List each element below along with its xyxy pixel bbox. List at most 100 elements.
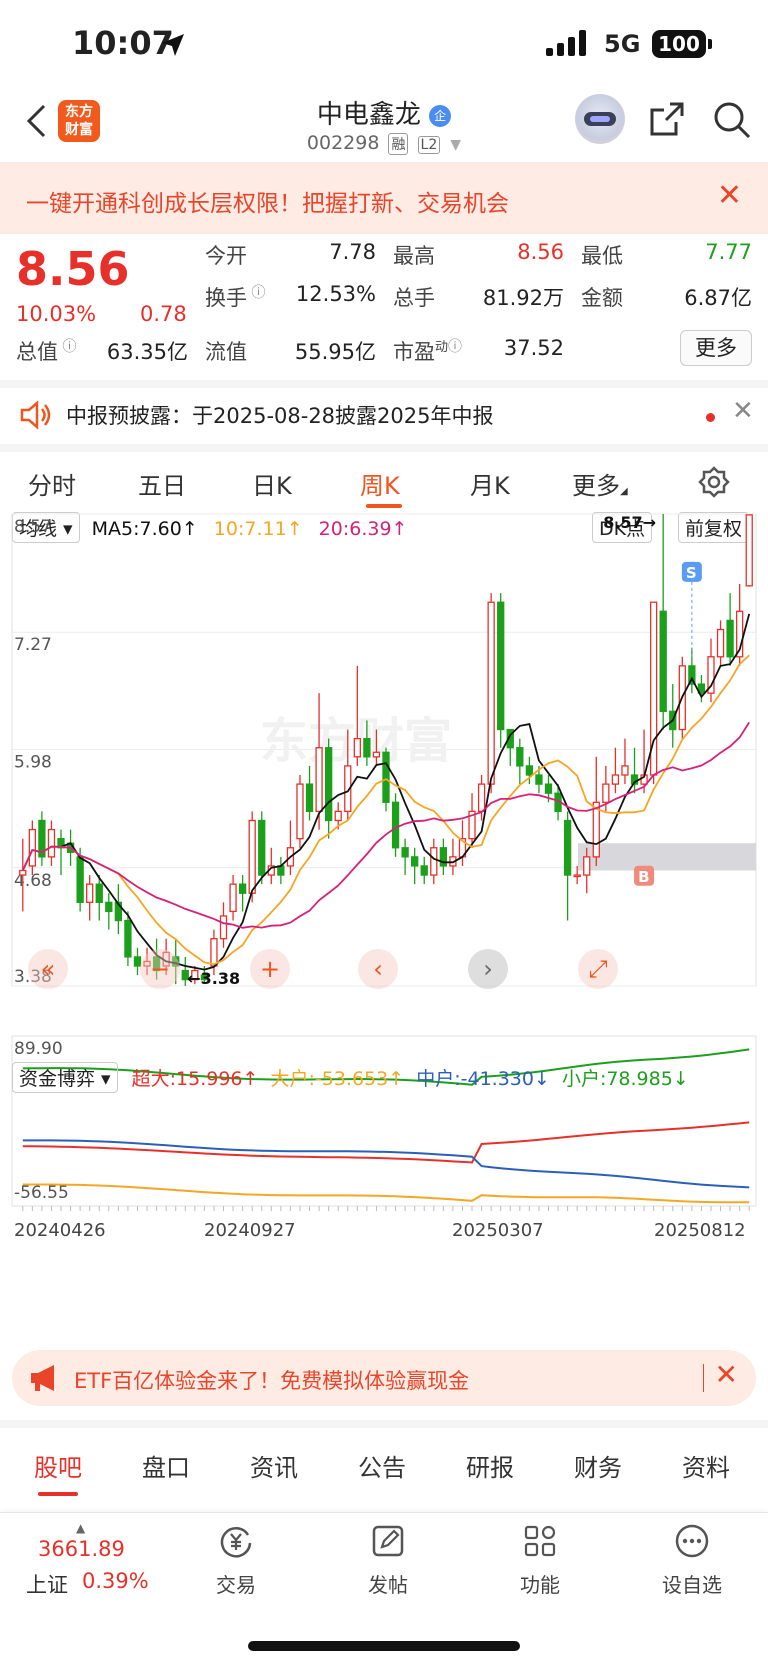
tab-five-day[interactable]: 五日 — [138, 466, 186, 501]
fund-indicator-select[interactable]: 资金博弈 ▾ — [12, 1062, 118, 1093]
candle-body — [659, 610, 667, 712]
more-button[interactable]: 更多 — [680, 330, 752, 366]
tab-order-book[interactable]: 盘口 — [142, 1448, 190, 1483]
chart-control-zoom-out-icon[interactable]: − — [140, 949, 180, 989]
candle-body — [353, 737, 361, 758]
nav-add-watchlist-label: 设自选 — [662, 1573, 722, 1597]
amount-label: 金额 — [581, 286, 623, 310]
edit-icon — [372, 1525, 404, 1557]
bottom-nav: ▲ 3661.89 上证 0.39% 交易 发帖 功能 设自选 — [0, 1512, 768, 1662]
index-name[interactable]: 上证 — [26, 1569, 68, 1599]
share-icon[interactable] — [648, 100, 686, 138]
fund-legend: 资金博弈 ▾ 超大:15.996↑ 大户:-53.653↑ 中户:-41.330… — [12, 1062, 689, 1093]
chart-control-next-icon[interactable]: › — [468, 949, 508, 989]
low-label: 最低 — [581, 244, 623, 268]
float-cap-value: 55.95亿 — [294, 340, 376, 364]
tab-research[interactable]: 研报 — [466, 1448, 514, 1483]
caret-down-icon[interactable]: ▼ — [450, 137, 461, 153]
candle-body — [105, 901, 113, 913]
promo-banner[interactable]: 一键开通科创成长层权限！把握打新、交易机会 ✕ — [0, 162, 768, 234]
candle-body — [324, 747, 333, 822]
nav-post[interactable]: 发帖 — [338, 1523, 438, 1598]
fund-tick-label: -56.55 — [14, 1183, 69, 1203]
pe-value: 37.52 — [503, 336, 564, 360]
index-percent[interactable]: 0.39% — [82, 1569, 149, 1593]
candle-body — [611, 774, 620, 785]
candle-body — [363, 737, 371, 758]
chart-control-prev-icon[interactable]: ‹ — [358, 949, 398, 989]
nav-functions-label: 功能 — [520, 1573, 560, 1597]
tab-profile[interactable]: 资料 — [682, 1448, 730, 1483]
candle-body — [592, 801, 600, 858]
kline-chart[interactable]: 8.577.275.984.683.38东方财富8.57→←3.38BS«−+‹… — [0, 506, 768, 1316]
nav-add-watchlist[interactable]: 设自选 — [642, 1523, 742, 1598]
candle-body — [563, 819, 572, 876]
candle-body — [28, 828, 36, 867]
index-value[interactable]: 3661.89 — [38, 1537, 125, 1561]
l2-tag: L2 — [417, 136, 441, 154]
chart-control-prev-fast-icon[interactable]: « — [28, 949, 68, 989]
battery-icon: 100 — [652, 30, 712, 58]
notice-bar[interactable]: 中报预披露：于2025-08-28披露2025年中报 ✕ — [0, 380, 768, 444]
x-tick-label: 20240426 — [14, 1220, 106, 1241]
low-annotation: ←3.38 — [187, 969, 240, 988]
tab-intraday[interactable]: 分时 — [28, 466, 76, 501]
open-label: 今开 — [205, 244, 247, 268]
mid-value: 中户:-41.330 — [416, 1068, 534, 1090]
svg-text:«: « — [41, 955, 56, 983]
super-value: 超大:15.996 — [131, 1068, 243, 1090]
candle-body — [296, 783, 304, 840]
pe-label: 市盈动ⓘ — [393, 339, 463, 364]
nav-trade[interactable]: 交易 — [186, 1523, 286, 1598]
candle-body — [277, 865, 285, 876]
tab-announcements[interactable]: 公告 — [358, 1448, 406, 1483]
candle-body — [124, 919, 132, 958]
candle-body — [19, 869, 27, 876]
candle-body — [401, 847, 409, 858]
ad-text: ETF百亿体验金来了！免费模拟体验赢现金 — [74, 1369, 470, 1393]
candle-body — [516, 747, 524, 767]
info-icon[interactable]: ⓘ — [247, 285, 265, 301]
info-icon[interactable]: ⓘ — [58, 339, 76, 355]
change-value: 0.78 — [140, 302, 187, 326]
tab-finance[interactable]: 财务 — [574, 1448, 622, 1483]
candle-body — [497, 601, 505, 731]
close-icon[interactable]: ✕ — [715, 1358, 738, 1391]
x-tick-label: 20250307 — [452, 1220, 544, 1241]
tab-monthly[interactable]: 月K — [470, 466, 510, 501]
nav-functions[interactable]: 功能 — [490, 1523, 590, 1598]
tab-weekly[interactable]: 周K — [360, 466, 400, 501]
candle-body — [133, 956, 142, 967]
chart-control-zoom-in-icon[interactable]: + — [250, 949, 290, 989]
candle-body — [248, 819, 256, 894]
svg-text:‹: ‹ — [373, 955, 383, 983]
candle-body — [544, 783, 553, 794]
tab-guba[interactable]: 股吧 — [34, 1448, 82, 1483]
robot-avatar-icon[interactable] — [575, 94, 625, 144]
tab-daily[interactable]: 日K — [252, 466, 292, 501]
price-tick-label: 7.27 — [14, 635, 52, 655]
margin-tag: 融 — [388, 133, 409, 155]
market-cap-label: 总值 ⓘ — [16, 339, 77, 364]
chart-control-fullscreen-icon[interactable]: ⤢ — [578, 949, 618, 989]
trade-icon — [220, 1527, 252, 1558]
enterprise-badge: 企 — [429, 104, 452, 127]
buy-marker-label: B — [638, 868, 649, 886]
tab-more[interactable]: 更多◢ — [572, 466, 628, 501]
etf-ad-banner[interactable]: ETF百亿体验金来了！免费模拟体验赢现金 ✕ — [12, 1350, 756, 1406]
high-label: 最高 — [393, 244, 435, 268]
candle-body — [372, 751, 381, 758]
stock-header: 东方 财富 中电鑫龙 企 002298 融 L2 ▼ — [0, 90, 768, 162]
speaker-icon — [20, 400, 51, 430]
home-indicator — [248, 1641, 520, 1651]
search-icon[interactable] — [712, 100, 752, 140]
close-icon[interactable]: ✕ — [717, 178, 742, 213]
close-icon[interactable]: ✕ — [732, 396, 754, 426]
large-fund-line — [22, 1183, 750, 1204]
tab-news[interactable]: 资讯 — [250, 1448, 298, 1483]
high-value: 8.56 — [517, 240, 564, 264]
info-icon[interactable]: ⓘ — [448, 339, 462, 355]
mid-fund-line — [22, 1139, 750, 1189]
settings-gear-icon[interactable] — [698, 466, 730, 498]
candle-body — [382, 751, 390, 803]
